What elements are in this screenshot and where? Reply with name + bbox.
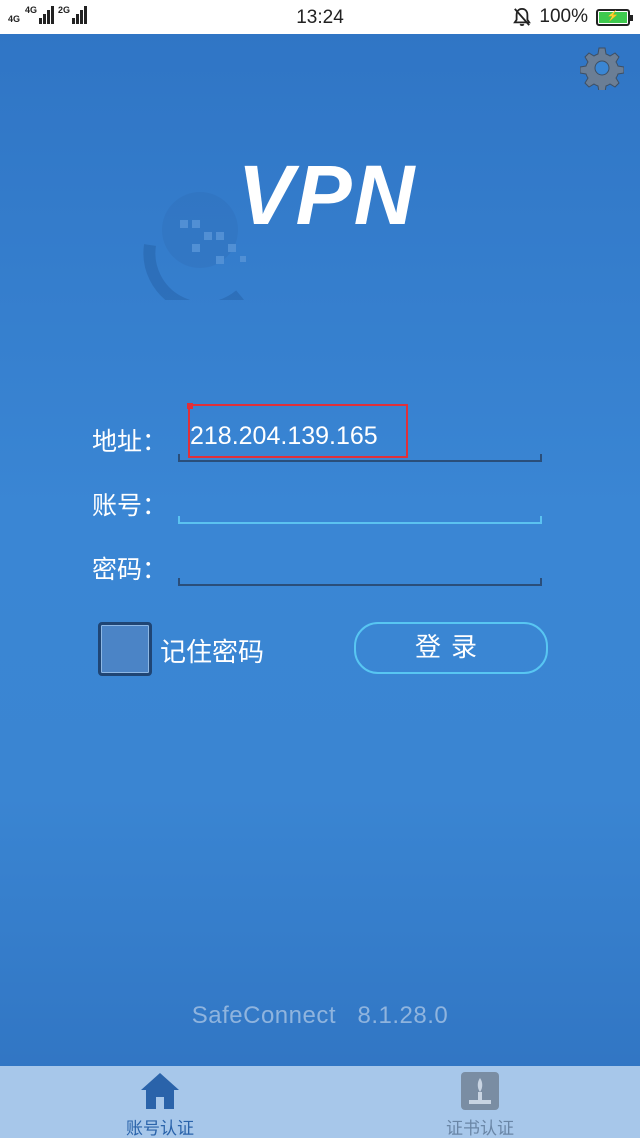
account-input[interactable] xyxy=(190,478,530,518)
gear-icon[interactable] xyxy=(580,46,624,90)
charging-bolt-icon: ⚡ xyxy=(606,11,620,22)
battery-fill: ⚡ xyxy=(599,11,627,23)
login-button[interactable]: 登录 xyxy=(354,622,548,674)
tab-certificate-auth[interactable]: 证书认证 xyxy=(320,1066,640,1138)
bell-off-icon xyxy=(513,7,532,26)
address-label: 地址： xyxy=(92,427,168,456)
account-label: 账号： xyxy=(92,491,168,520)
logo-text: VPN xyxy=(237,148,417,242)
address-underline xyxy=(178,454,542,462)
account-field[interactable] xyxy=(178,474,542,524)
account-underline xyxy=(178,516,542,524)
highlight-box xyxy=(187,403,408,458)
remember-password-checkbox[interactable] xyxy=(98,622,152,676)
tab-account-auth-label: 账号认证 xyxy=(126,1119,194,1138)
password-label: 密码： xyxy=(92,555,168,584)
remember-password-label: 记住密码 xyxy=(160,638,265,668)
app-name: SafeConnect xyxy=(191,1002,336,1029)
status-right: 100% ⚡ xyxy=(513,6,633,28)
app-version: SafeConnect 8.1.28.0 xyxy=(0,1002,640,1030)
home-icon xyxy=(141,1073,179,1109)
vpn-logo: VPN xyxy=(140,150,440,310)
battery-charging-icon: ⚡ xyxy=(596,8,633,26)
certificate-icon xyxy=(461,1072,499,1110)
password-field[interactable] xyxy=(178,536,542,586)
password-underline xyxy=(178,578,542,586)
version-number: 8.1.28.0 xyxy=(357,1002,449,1029)
tab-account-auth[interactable]: 账号认证 xyxy=(0,1066,320,1138)
password-input[interactable] xyxy=(190,540,530,580)
bottom-tabbar: 账号认证 证书认证 xyxy=(0,1066,640,1138)
status-bar: 4G 4G 2G 13:24 100% ⚡ xyxy=(0,0,640,34)
battery-percent: 100% xyxy=(539,6,588,27)
tab-certificate-auth-label: 证书认证 xyxy=(446,1119,514,1138)
